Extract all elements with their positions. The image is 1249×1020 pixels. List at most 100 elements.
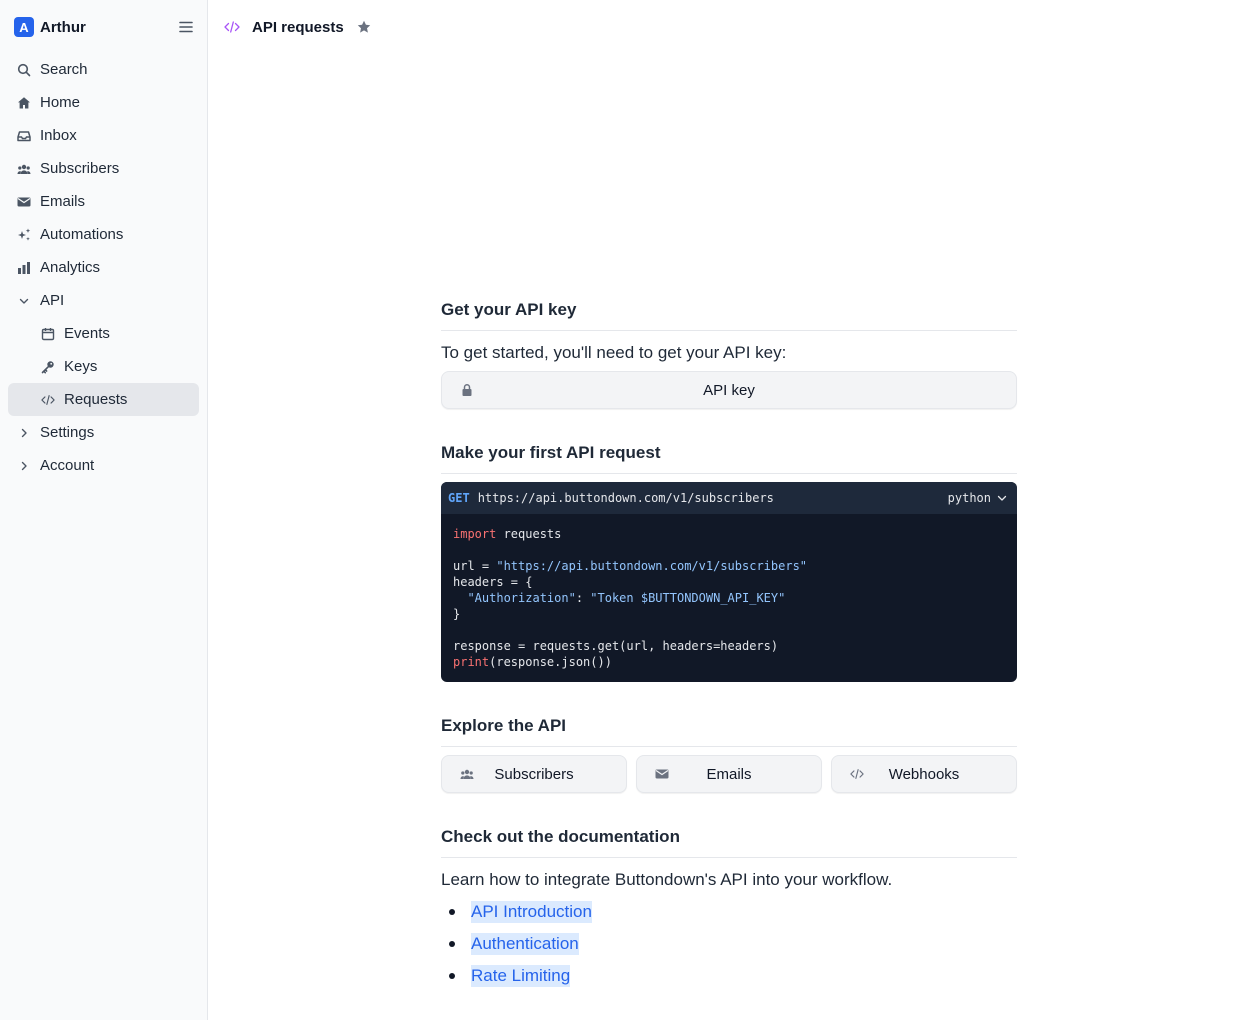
code-block: GET https://api.buttondown.com/v1/subscr… bbox=[441, 482, 1017, 682]
code-token: } bbox=[453, 607, 461, 621]
bar-chart-icon bbox=[17, 261, 31, 275]
search-icon bbox=[17, 63, 31, 77]
request-url: https://api.buttondown.com/v1/subscriber… bbox=[477, 491, 774, 505]
envelope-icon bbox=[655, 767, 669, 781]
chevron-right-icon bbox=[17, 426, 31, 440]
explore-buttons: Subscribers Emails Webhooks bbox=[441, 755, 1017, 793]
bullet bbox=[449, 941, 455, 947]
star-icon[interactable] bbox=[356, 19, 372, 35]
section-title: Explore the API bbox=[441, 716, 1017, 747]
sidebar-item-label: Automations bbox=[40, 226, 124, 243]
sidebar-nav: Search Home Inbox Subscribers Emails Aut… bbox=[8, 53, 199, 482]
language-label: python bbox=[947, 491, 991, 505]
language-select[interactable]: python bbox=[948, 491, 1007, 505]
list-item: Authentication bbox=[441, 928, 1017, 960]
code-token: "Token $BUTTONDOWN_API_KEY" bbox=[590, 591, 786, 605]
code-icon bbox=[850, 767, 864, 781]
sidebar-item-label: Search bbox=[40, 61, 88, 78]
main-content: Get your API key To get started, you'll … bbox=[441, 300, 1017, 992]
sparkle-icon bbox=[17, 228, 31, 242]
users-icon bbox=[460, 767, 474, 781]
menu-icon[interactable] bbox=[178, 19, 194, 35]
code-token: (response.json()) bbox=[489, 655, 612, 669]
chevron-down-icon bbox=[997, 495, 1007, 501]
doc-link-api-introduction[interactable]: API Introduction bbox=[471, 901, 592, 923]
sidebar-item-label: Keys bbox=[64, 358, 98, 375]
doc-link-authentication[interactable]: Authentication bbox=[471, 933, 579, 955]
sidebar-item-automations[interactable]: Automations bbox=[8, 218, 199, 251]
sidebar-item-label: Home bbox=[40, 94, 81, 111]
sidebar-item-label: Settings bbox=[40, 424, 95, 441]
code-token: url = bbox=[453, 559, 497, 573]
code-token: headers = { bbox=[453, 575, 533, 589]
list-item: Rate Limiting bbox=[441, 960, 1017, 992]
sidebar-item-requests[interactable]: Requests bbox=[8, 383, 199, 416]
sidebar-item-label: Requests bbox=[64, 391, 128, 408]
sidebar-item-keys[interactable]: Keys bbox=[8, 350, 199, 383]
page-title: API requests bbox=[252, 18, 344, 36]
chevron-down-icon bbox=[17, 294, 31, 308]
sidebar-item-label: Analytics bbox=[40, 259, 101, 276]
page-header: API requests bbox=[224, 17, 372, 37]
lock-icon bbox=[460, 383, 474, 397]
list-item: API Introduction bbox=[441, 896, 1017, 928]
inbox-icon bbox=[17, 129, 31, 143]
explore-webhooks-button[interactable]: Webhooks bbox=[831, 755, 1017, 793]
bullet bbox=[449, 973, 455, 979]
code-token: import bbox=[453, 527, 497, 541]
chevron-right-icon bbox=[17, 459, 31, 473]
doc-links: API Introduction Authentication Rate Lim… bbox=[441, 896, 1017, 992]
api-key-button[interactable]: API key bbox=[441, 371, 1017, 409]
code-content: import requests url = "https://api.butto… bbox=[441, 514, 1017, 682]
api-key-section: Get your API key To get started, you'll … bbox=[441, 300, 1017, 409]
code-token: requests bbox=[496, 527, 562, 541]
brand-logo[interactable]: A bbox=[14, 17, 34, 37]
users-icon bbox=[17, 162, 31, 176]
section-title: Check out the documentation bbox=[441, 827, 1017, 858]
code-token: : bbox=[575, 591, 591, 605]
section-text: To get started, you'll need to get your … bbox=[441, 343, 787, 362]
sidebar-item-label: Emails bbox=[40, 193, 86, 210]
calendar-icon bbox=[41, 327, 55, 341]
docs-section: Check out the documentation Learn how to… bbox=[441, 827, 1017, 992]
explore-emails-button[interactable]: Emails bbox=[636, 755, 822, 793]
bullet bbox=[449, 909, 455, 915]
sidebar-item-inbox[interactable]: Inbox bbox=[8, 119, 199, 152]
code-header: GET https://api.buttondown.com/v1/subscr… bbox=[441, 482, 1017, 514]
code-icon bbox=[224, 19, 240, 35]
section-text: Learn how to integrate Buttondown's API … bbox=[441, 870, 893, 889]
sidebar: A Arthur Search Home Inbox Subscribers E… bbox=[0, 0, 208, 1020]
explore-section: Explore the API Subscribers Emails Webho… bbox=[441, 716, 1017, 793]
section-title: Get your API key bbox=[441, 300, 1017, 331]
sidebar-item-label: Inbox bbox=[40, 127, 77, 144]
key-icon bbox=[41, 360, 55, 374]
first-request-section: Make your first API request GET https://… bbox=[441, 443, 1017, 682]
code-icon bbox=[41, 393, 55, 407]
sidebar-item-account[interactable]: Account bbox=[8, 449, 199, 482]
code-token: response = requests.get(url, headers=hea… bbox=[453, 639, 779, 653]
brand-name[interactable]: Arthur bbox=[40, 19, 86, 36]
sidebar-item-events[interactable]: Events bbox=[8, 317, 199, 350]
sidebar-item-label: Subscribers bbox=[40, 160, 120, 177]
sidebar-item-api[interactable]: API bbox=[8, 284, 199, 317]
sidebar-item-analytics[interactable]: Analytics bbox=[8, 251, 199, 284]
sidebar-item-emails[interactable]: Emails bbox=[8, 185, 199, 218]
sidebar-item-subscribers[interactable]: Subscribers bbox=[8, 152, 199, 185]
home-icon bbox=[17, 96, 31, 110]
sidebar-item-search[interactable]: Search bbox=[8, 53, 199, 86]
doc-link-rate-limiting[interactable]: Rate Limiting bbox=[471, 965, 571, 987]
http-method: GET bbox=[448, 491, 470, 505]
sidebar-item-label: Events bbox=[64, 325, 110, 342]
envelope-icon bbox=[17, 195, 31, 209]
sidebar-item-home[interactable]: Home bbox=[8, 86, 199, 119]
sidebar-item-settings[interactable]: Settings bbox=[8, 416, 199, 449]
section-title: Make your first API request bbox=[441, 443, 1017, 474]
brand: A Arthur bbox=[14, 17, 194, 37]
code-token: "https://api.buttondown.com/v1/subscribe… bbox=[496, 559, 808, 573]
api-key-button-label: API key bbox=[703, 381, 755, 399]
code-token: print bbox=[453, 655, 490, 669]
explore-subscribers-button[interactable]: Subscribers bbox=[441, 755, 627, 793]
sidebar-item-label: API bbox=[40, 292, 65, 309]
code-token: "Authorization" bbox=[467, 591, 576, 605]
